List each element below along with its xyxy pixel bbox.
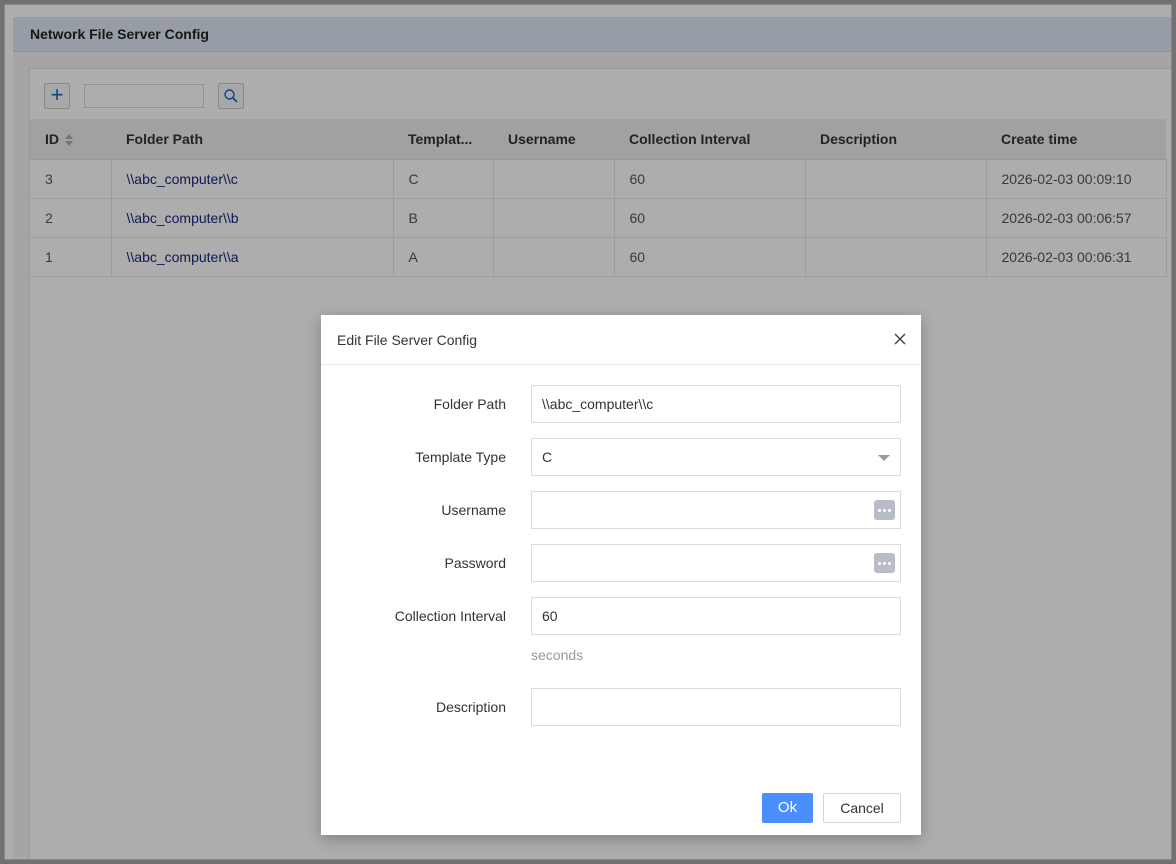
close-icon[interactable] [893, 332, 907, 346]
collection-interval-row: Collection Interval 60 [321, 597, 921, 635]
description-row: Description [321, 688, 921, 726]
folder-path-row: Folder Path \\abc_computer\\c [321, 385, 921, 423]
template-type-row: Template Type C [321, 438, 921, 476]
password-row: Password [321, 544, 921, 582]
username-label: Username [441, 502, 506, 518]
folder-path-label: Folder Path [433, 396, 506, 412]
ok-button[interactable]: Ok [762, 793, 813, 823]
username-input[interactable] [531, 491, 901, 529]
description-label: Description [435, 699, 506, 715]
dialog-header: Edit File Server Config [321, 315, 921, 365]
password-label: Password [444, 555, 506, 571]
description-input[interactable] [531, 688, 901, 726]
collection-interval-hint: seconds [531, 647, 584, 663]
ellipsis-icon[interactable] [874, 500, 895, 520]
template-type-value: C [542, 449, 553, 465]
ellipsis-icon[interactable] [874, 553, 895, 573]
username-row: Username [321, 491, 921, 529]
template-type-select[interactable]: C [531, 438, 901, 476]
password-input[interactable] [531, 544, 901, 582]
collection-interval-label: Collection Interval [394, 608, 506, 624]
edit-config-dialog: Edit File Server Config Folder Path \\ab… [321, 315, 921, 835]
collection-interval-input[interactable]: 60 [531, 597, 901, 635]
dialog-title: Edit File Server Config [337, 332, 478, 348]
chevron-down-icon[interactable] [878, 455, 890, 461]
cancel-button[interactable]: Cancel [823, 793, 901, 823]
template-type-label: Template Type [415, 449, 506, 465]
folder-path-input[interactable]: \\abc_computer\\c [531, 385, 901, 423]
